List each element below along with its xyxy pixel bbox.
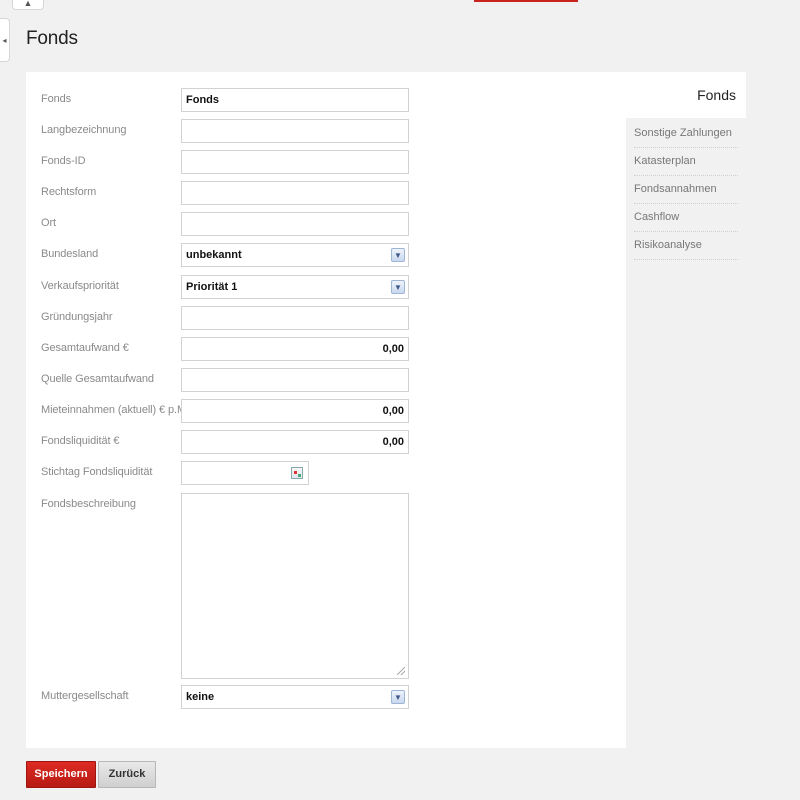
rechtsform-label: Rechtsform xyxy=(41,186,97,198)
form-row-langbezeichnung: Langbezeichnung xyxy=(41,119,611,143)
sidenav-item-fondsannahmen[interactable]: Fondsannahmen xyxy=(634,176,738,204)
form-row-fondsliquiditaet: Fondsliquidität € 0,00 xyxy=(41,430,611,454)
sidenav-item-cashflow[interactable]: Cashflow xyxy=(634,204,738,232)
fondsbeschreibung-textarea[interactable] xyxy=(181,493,409,679)
mieteinnahmen-label: Mieteinnahmen (aktuell) € p.M. xyxy=(41,404,190,416)
form-row-mieteinnahmen: Mieteinnahmen (aktuell) € p.M. 0,00 xyxy=(41,399,611,423)
chevron-down-icon[interactable]: ▼ xyxy=(391,248,405,262)
langbezeichnung-input[interactable] xyxy=(181,119,409,143)
gruendungsjahr-label: Gründungsjahr xyxy=(41,311,113,323)
fonds-label: Fonds xyxy=(41,93,72,105)
form-row-ort: Ort xyxy=(41,212,611,236)
form-row-gruendungsjahr: Gründungsjahr xyxy=(41,306,611,330)
ort-input[interactable] xyxy=(181,212,409,236)
resize-grip-icon[interactable] xyxy=(397,667,405,675)
mieteinnahmen-input[interactable]: 0,00 xyxy=(181,399,409,423)
collapse-left-icon: ◂ xyxy=(2,36,7,45)
verkaufsprioritaet-select[interactable]: Priorität 1 ▼ xyxy=(181,275,409,299)
stichtag-fondsliquiditaet-label: Stichtag Fondsliquidität xyxy=(41,466,153,478)
form-row-fondsbeschreibung: Fondsbeschreibung xyxy=(41,493,611,679)
top-accent-bar xyxy=(474,0,578,2)
form-row-quelle-gesamtaufwand: Quelle Gesamtaufwand xyxy=(41,368,611,392)
chevron-down-icon[interactable]: ▼ xyxy=(391,690,405,704)
ort-label: Ort xyxy=(41,217,56,229)
form-row-bundesland: Bundesland unbekannt ▼ xyxy=(41,243,611,267)
save-button[interactable]: Speichern xyxy=(26,761,96,788)
gesamtaufwand-label: Gesamtaufwand € xyxy=(41,342,129,354)
stichtag-date-input[interactable] xyxy=(181,461,309,485)
form-panel: Fonds Fonds Langbezeichnung Fonds-ID Rec… xyxy=(26,72,626,748)
top-bar xyxy=(0,0,800,3)
form-row-stichtag: Stichtag Fondsliquidität xyxy=(41,461,611,485)
fonds-id-input[interactable] xyxy=(181,150,409,174)
chevron-down-icon[interactable]: ▼ xyxy=(391,280,405,294)
verkaufsprioritaet-label: Verkaufspriorität xyxy=(41,280,119,292)
gruendungsjahr-input[interactable] xyxy=(181,306,409,330)
fondsliquiditaet-input[interactable]: 0,00 xyxy=(181,430,409,454)
fondsliquiditaet-label: Fondsliquidität € xyxy=(41,435,120,447)
collapse-up-icon: ▲ xyxy=(23,0,33,8)
calendar-icon[interactable] xyxy=(291,467,303,479)
collapse-top-tab[interactable]: ▲ xyxy=(12,0,44,10)
form-row-muttergesellschaft: Muttergesellschaft keine ▼ xyxy=(41,685,611,709)
quelle-gesamtaufwand-input[interactable] xyxy=(181,368,409,392)
fondsbeschreibung-label: Fondsbeschreibung xyxy=(41,498,136,510)
side-panel-handle[interactable]: ◂ xyxy=(0,18,10,62)
form-row-fonds-id: Fonds-ID xyxy=(41,150,611,174)
fonds-id-label: Fonds-ID xyxy=(41,155,86,167)
bundesland-label: Bundesland xyxy=(41,248,99,260)
fonds-input[interactable]: Fonds xyxy=(181,88,409,112)
sidenav-item-fonds-active[interactable]: Fonds xyxy=(626,72,746,118)
muttergesellschaft-selected-value: keine xyxy=(186,691,215,703)
muttergesellschaft-select[interactable]: keine ▼ xyxy=(181,685,409,709)
verkaufsprioritaet-selected-value: Priorität 1 xyxy=(186,281,238,293)
quelle-gesamtaufwand-label: Quelle Gesamtaufwand xyxy=(41,373,154,385)
page-title: Fonds xyxy=(26,28,78,49)
form-row-verkaufsprioritaet: Verkaufspriorität Priorität 1 ▼ xyxy=(41,275,611,299)
muttergesellschaft-label: Muttergesellschaft xyxy=(41,690,129,702)
bundesland-selected-value: unbekannt xyxy=(186,249,242,261)
form-row-gesamtaufwand: Gesamtaufwand € 0,00 xyxy=(41,337,611,361)
sidenav-item-sonstige-zahlungen[interactable]: Sonstige Zahlungen xyxy=(634,120,738,148)
gesamtaufwand-input[interactable]: 0,00 xyxy=(181,337,409,361)
sidenav-item-risikoanalyse[interactable]: Risikoanalyse xyxy=(634,232,738,260)
langbezeichnung-label: Langbezeichnung xyxy=(41,124,127,136)
rechtsform-input[interactable] xyxy=(181,181,409,205)
form-row-rechtsform: Rechtsform xyxy=(41,181,611,205)
back-button[interactable]: Zurück xyxy=(98,761,156,788)
form-row-fonds: Fonds Fonds xyxy=(41,88,611,112)
bundesland-select[interactable]: unbekannt ▼ xyxy=(181,243,409,267)
sidenav-item-katasterplan[interactable]: Katasterplan xyxy=(634,148,738,176)
